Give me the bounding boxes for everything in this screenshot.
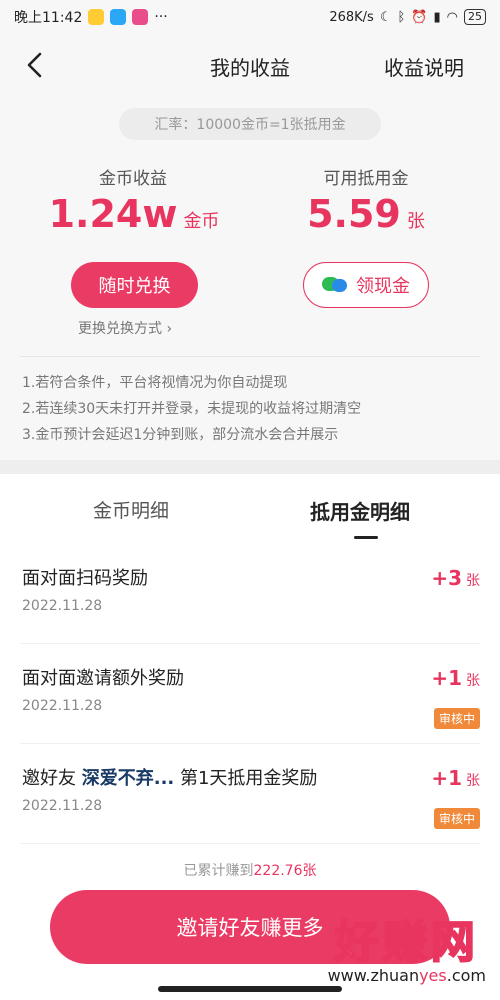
total-value: 222.76张 xyxy=(253,863,317,879)
active-tab-indicator xyxy=(354,536,378,539)
title-prefix: 邀好友 xyxy=(22,768,76,789)
record-title: 面对面邀请额外奖励 xyxy=(22,668,184,689)
list-item: 面对面邀请额外奖励 2022.11.28 +1 张 审核中 xyxy=(20,644,480,744)
amount-unit: 张 xyxy=(466,773,480,789)
record-amount: +1 张 xyxy=(431,766,480,790)
note-line: 2.若连续30天未打开并登录，未提现的收益将过期清空 xyxy=(22,401,362,417)
watermark-logo: 好赚网 xyxy=(334,916,479,969)
voucher-available-title: 可用抵用金 xyxy=(323,169,409,189)
amount-unit: 张 xyxy=(466,573,480,589)
status-bar: 晚上11:42 ··· 268K/s ☾ ᛒ ⏰ ▮ ◠ 25 xyxy=(0,0,500,34)
bluetooth-icon: ᛒ xyxy=(397,9,406,25)
video-app-icon-2 xyxy=(132,9,149,25)
record-amount: +3 张 xyxy=(431,566,480,590)
voucher-unit: 张 xyxy=(406,211,425,232)
coins-unit: 金币 xyxy=(183,211,220,232)
rules-notes: 1.若符合条件，平台将视情况为你自动提现 2.若连续30天未打开并登录，未提现的… xyxy=(22,370,482,448)
withdraw-cash-label: 领现金 xyxy=(356,276,410,297)
voucher-amount: 5.59 xyxy=(307,192,401,236)
video-app-icon xyxy=(110,9,127,25)
record-title: 邀好友 深爱不弃... 第1天抵用金奖励 xyxy=(22,764,317,790)
total-prefix: 已累计赚到 xyxy=(183,863,254,879)
moon-icon: ☾ xyxy=(379,9,392,25)
coins-income-value: 1.24w 金币 xyxy=(24,192,244,236)
voucher-records-list: 面对面扫码奖励 2022.11.28 +3 张 面对面邀请额外奖励 2022.1… xyxy=(0,544,500,844)
coins-income-title: 金币收益 xyxy=(99,169,167,189)
total-earned: 已累计赚到222.76张 xyxy=(0,860,500,880)
section-gap xyxy=(0,460,500,474)
url-part: www.zhuan xyxy=(327,966,420,985)
record-date: 2022.11.28 xyxy=(22,698,103,714)
change-exchange-method-link[interactable]: 更换兑换方式 › xyxy=(78,318,172,338)
friend-name: 深爱不弃... xyxy=(81,768,175,789)
exchange-anytime-button[interactable]: 随时兑换 xyxy=(71,262,198,308)
tab-coin-details[interactable]: 金币明细 xyxy=(93,496,169,523)
record-date: 2022.11.28 xyxy=(22,798,103,814)
url-part: .com xyxy=(446,966,486,985)
list-item: 面对面扫码奖励 2022.11.28 +3 张 xyxy=(20,544,480,644)
header: 我的收益 收益说明 xyxy=(0,34,500,96)
amount-value: +1 xyxy=(431,766,462,790)
battery-icon: 25 xyxy=(464,9,486,25)
coins-amount: 1.24w xyxy=(48,192,178,236)
note-line: 3.金币预计会延迟1分钟到账，部分流水会合并展示 xyxy=(22,427,339,443)
alarm-icon: ⏰ xyxy=(411,9,428,25)
watermark-url: www.zhuanyes.com xyxy=(328,966,486,985)
status-left: 晚上11:42 ··· xyxy=(14,7,168,27)
divider xyxy=(20,356,480,357)
network-speed: 268K/s xyxy=(329,9,374,25)
home-indicator xyxy=(158,986,342,992)
voucher-value: 5.59 张 xyxy=(256,192,476,236)
earnings-summary: 汇率：10000金币=1张抵用金 金币收益 可用抵用金 1.24w 金币 5.5… xyxy=(0,96,500,460)
status-badge: 审核中 xyxy=(433,808,480,829)
record-amount: +1 张 xyxy=(431,666,480,690)
exchange-rate-pill: 汇率：10000金币=1张抵用金 xyxy=(119,108,381,140)
list-item: 邀好友 深爱不弃... 第1天抵用金奖励 2022.11.28 +1 张 审核中 xyxy=(20,744,480,844)
amount-value: +1 xyxy=(431,666,462,690)
tab-voucher-details[interactable]: 抵用金明细 xyxy=(310,496,410,525)
signal-icon: ▮ xyxy=(433,9,441,25)
amount-value: +3 xyxy=(431,566,462,590)
record-title: 面对面扫码奖励 xyxy=(22,568,148,589)
more-notifications-icon: ··· xyxy=(154,9,168,25)
status-right: 268K/s ☾ ᛒ ⏰ ▮ ◠ 25 xyxy=(329,9,486,25)
withdraw-cash-button[interactable]: 领现金 xyxy=(303,262,429,308)
amount-unit: 张 xyxy=(466,673,480,689)
wifi-icon: ◠ xyxy=(446,9,458,25)
note-line: 1.若符合条件，平台将视情况为你自动提现 xyxy=(22,375,288,391)
title-suffix: 第1天抵用金奖励 xyxy=(179,768,318,789)
wechat-icon xyxy=(322,275,348,295)
app-notification-icon xyxy=(88,9,105,25)
detail-tabs: 金币明细 抵用金明细 xyxy=(0,474,500,544)
record-date: 2022.11.28 xyxy=(22,598,103,614)
site-watermark: 好赚网 www.zhuanyes.com xyxy=(328,906,486,985)
status-time: 晚上11:42 xyxy=(14,10,83,26)
earnings-explanation-link[interactable]: 收益说明 xyxy=(384,52,464,81)
url-part: yes xyxy=(419,966,447,985)
status-badge: 审核中 xyxy=(433,708,480,729)
